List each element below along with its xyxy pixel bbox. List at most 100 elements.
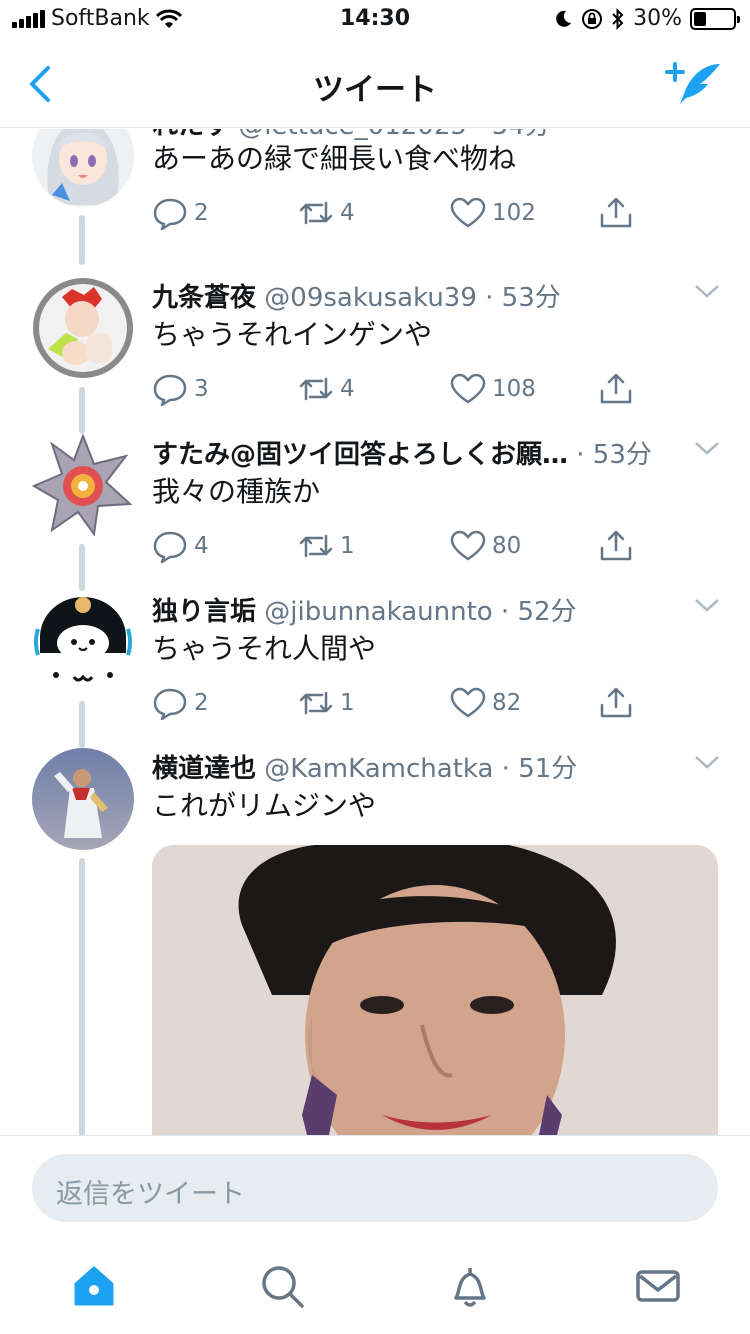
tweet-item[interactable]: 独り言垢 @jibunnakaunnto · 52分 ちゃうそれ人間や 2 1 … (0, 591, 750, 748)
like-button[interactable]: 80 (450, 528, 521, 564)
reply-button[interactable]: 4 (152, 528, 209, 564)
retweet-count: 4 (340, 376, 355, 402)
like-icon (450, 687, 486, 718)
retweet-button[interactable]: 1 (298, 685, 355, 721)
tweet-header: 九条蒼夜 @09sakusaku39 · 53分 (152, 277, 561, 314)
like-icon (450, 530, 486, 561)
bluetooth-icon (612, 7, 624, 30)
tweet-actions: 2 4 102 (152, 195, 642, 231)
reply-count: 4 (194, 533, 209, 559)
share-button[interactable] (598, 195, 634, 231)
retweet-button[interactable]: 1 (298, 528, 355, 564)
reply-icon (153, 688, 187, 721)
reply-icon (153, 531, 187, 564)
tweet-text: これがリムジンや (152, 789, 377, 822)
messages-icon[interactable] (634, 1262, 682, 1310)
chevron-down-icon[interactable] (694, 754, 720, 770)
tweet-item[interactable]: 九条蒼夜 @09sakusaku39 · 53分 ちゃうそれインゲンや 3 4 … (0, 277, 750, 434)
chevron-down-icon[interactable] (694, 597, 720, 613)
tab-bar (0, 1240, 750, 1334)
status-right: 30% (553, 6, 740, 31)
nav-bar: ツイート (0, 40, 750, 128)
share-button[interactable] (598, 371, 634, 407)
notifications-icon[interactable] (446, 1262, 494, 1310)
like-count: 82 (492, 690, 522, 716)
retweet-count: 1 (340, 533, 355, 559)
share-button[interactable] (598, 528, 634, 564)
chevron-down-icon[interactable] (694, 440, 720, 456)
display-name[interactable]: 独り言垢 (152, 597, 256, 627)
like-count: 102 (492, 200, 536, 226)
like-button[interactable]: 102 (450, 195, 536, 231)
chevron-down-icon[interactable] (694, 283, 720, 299)
tweet-header: 独り言垢 @jibunnakaunnto · 52分 (152, 591, 577, 628)
retweet-icon (299, 691, 333, 715)
retweet-icon (299, 377, 333, 401)
reply-button[interactable]: 2 (152, 195, 209, 231)
tweet-header: 横道達也 @KamKamchatka · 51分 (152, 748, 577, 785)
display-name[interactable]: すたみ@固ツイ回答よろしくお願… (152, 440, 568, 470)
thread-line (79, 215, 85, 265)
share-button[interactable] (598, 685, 634, 721)
handle-time: · 53分 (576, 440, 652, 470)
retweet-icon (299, 534, 333, 558)
tweet-media[interactable] (152, 845, 718, 1135)
display-name[interactable]: 九条蒼夜 (152, 283, 256, 313)
share-icon (600, 373, 632, 404)
tweet-text: あーあの緑で細長い食べ物ね (152, 142, 517, 175)
tweet-text: ちゃうそれ人間や (152, 632, 377, 665)
like-count: 80 (492, 533, 522, 559)
reply-count: 3 (194, 376, 209, 402)
reply-button[interactable]: 3 (152, 371, 209, 407)
reply-icon (153, 374, 187, 407)
conversation-timeline[interactable]: れたす @lettuce_012025 · 54分 あーあの緑で細長い食べ物ね … (0, 129, 750, 1135)
share-icon (600, 687, 632, 718)
share-icon (600, 530, 632, 561)
moon-icon (556, 10, 572, 27)
tweet-text: ちゃうそれインゲンや (152, 318, 433, 351)
retweet-button[interactable]: 4 (298, 195, 355, 231)
retweet-icon (299, 201, 333, 225)
like-icon (450, 197, 486, 228)
handle-time: @KamKamchatka · 51分 (264, 754, 578, 784)
thread-line (79, 544, 85, 591)
avatar[interactable] (32, 591, 134, 693)
tweet-actions: 3 4 108 (152, 371, 642, 407)
handle-time: @09sakusaku39 · 53分 (264, 283, 561, 313)
home-icon[interactable] (70, 1262, 118, 1310)
thread-line (79, 858, 85, 1135)
tweet-item[interactable]: れたす @lettuce_012025 · 54分 あーあの緑で細長い食べ物ね … (0, 129, 750, 265)
thread-line (79, 387, 85, 434)
avatar[interactable] (32, 129, 134, 207)
reply-count: 2 (194, 690, 209, 716)
compose-tweet-icon[interactable] (664, 58, 724, 110)
avatar[interactable] (32, 434, 134, 536)
avatar[interactable] (32, 748, 134, 850)
tweet-actions: 2 1 82 (152, 685, 642, 721)
thread-line (79, 701, 85, 748)
like-button[interactable]: 82 (450, 685, 521, 721)
reply-button[interactable]: 2 (152, 685, 209, 721)
tweet-actions: 4 1 80 (152, 528, 642, 564)
battery-icon (690, 7, 740, 30)
handle-time: @jibunnakaunnto · 52分 (264, 597, 577, 627)
reply-input[interactable]: 返信をツイート (32, 1154, 718, 1222)
like-icon (450, 373, 486, 404)
retweet-count: 4 (340, 200, 355, 226)
reply-bar: 返信をツイート (0, 1135, 750, 1240)
retweet-button[interactable]: 4 (298, 371, 355, 407)
search-icon[interactable] (258, 1262, 306, 1310)
reply-count: 2 (194, 200, 209, 226)
like-count: 108 (492, 376, 536, 402)
like-button[interactable]: 108 (450, 371, 536, 407)
battery-percent: 30% (633, 6, 682, 31)
avatar[interactable] (32, 277, 134, 379)
page-title: ツイート (313, 72, 437, 108)
tweet-item[interactable]: すたみ@固ツイ回答よろしくお願… · 53分 我々の種族か 4 1 80 (0, 434, 750, 591)
status-bar: SoftBank 14:30 30% (0, 0, 750, 40)
share-icon (600, 197, 632, 228)
display-name[interactable]: 横道達也 (152, 754, 256, 784)
tweet-item[interactable]: 横道達也 @KamKamchatka · 51分 これがリムジンや (0, 748, 750, 1135)
reply-icon (153, 198, 187, 231)
orientation-lock-icon (582, 8, 603, 29)
